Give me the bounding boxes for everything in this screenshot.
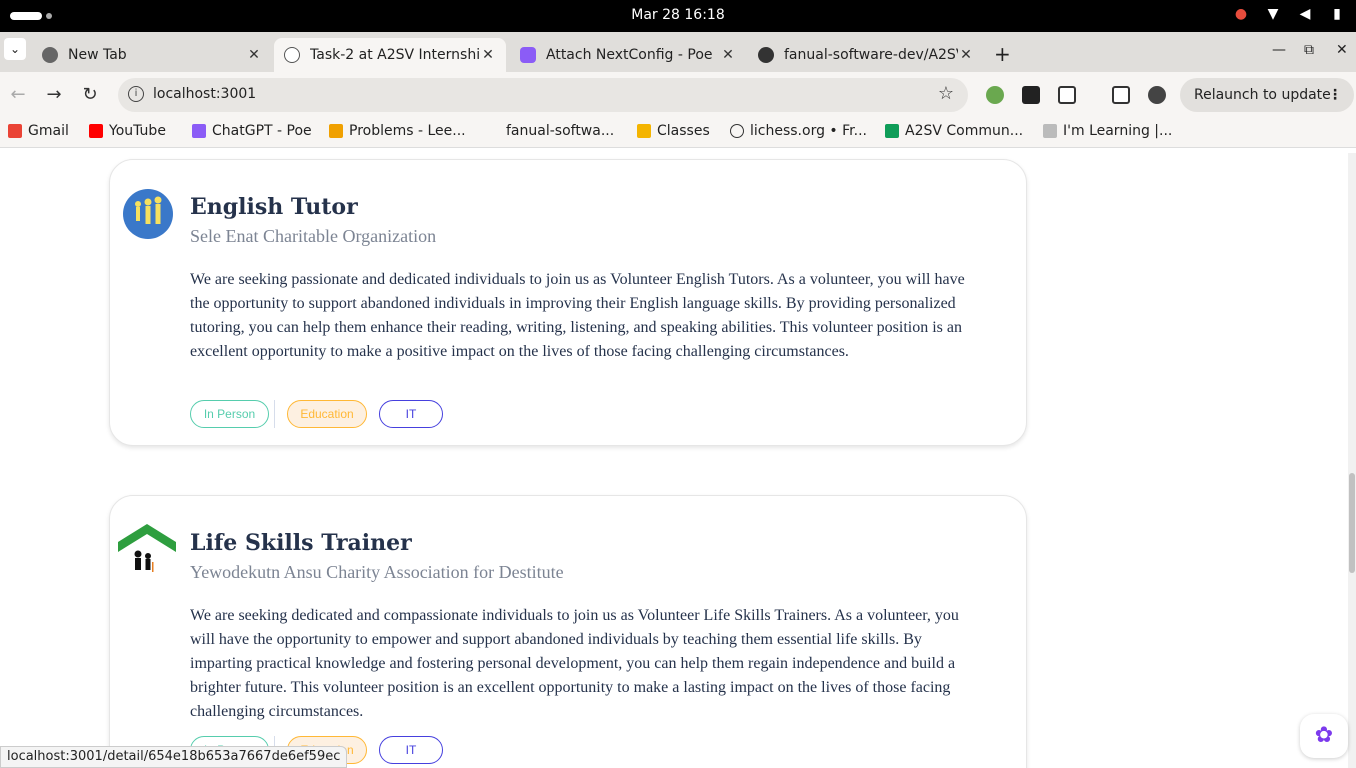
bookmark-label: Classes bbox=[657, 123, 710, 139]
tab-task-2[interactable]: Task-2 at A2SV Internship ✕ bbox=[274, 38, 506, 72]
bookmark-learning[interactable]: I'm Learning |... bbox=[1043, 123, 1172, 139]
learning-icon bbox=[1043, 124, 1057, 138]
github-icon bbox=[758, 47, 774, 63]
link-status-bar: localhost:3001/detail/654e18b653a7667de6… bbox=[0, 746, 348, 768]
system-tray[interactable]: ● ▼ ◀ ▮ bbox=[1232, 6, 1346, 22]
relaunch-button[interactable]: Relaunch to update ⋮ bbox=[1180, 78, 1354, 112]
side-panel-icon[interactable] bbox=[1112, 86, 1130, 104]
bookmark-label: YouTube bbox=[109, 123, 166, 139]
job-description: We are seeking dedicated and compassiona… bbox=[190, 607, 959, 720]
leetcode-icon bbox=[329, 124, 343, 138]
bookmark-chatgpt-poe[interactable]: ChatGPT - Poe bbox=[192, 123, 312, 139]
globe-icon bbox=[284, 47, 300, 63]
scrollbar-thumb[interactable] bbox=[1349, 473, 1355, 573]
tab-title: New Tab bbox=[68, 47, 127, 63]
github-icon bbox=[486, 124, 500, 138]
page-content: English Tutor Sele Enat Charitable Organ… bbox=[0, 153, 1348, 768]
close-window-button[interactable]: ✕ bbox=[1336, 42, 1348, 58]
profile-avatar[interactable] bbox=[1148, 86, 1166, 104]
sheets-icon bbox=[885, 124, 899, 138]
close-tab-icon[interactable]: ✕ bbox=[958, 47, 974, 63]
poe-icon bbox=[192, 124, 206, 138]
chrome-icon bbox=[42, 47, 58, 63]
close-tab-icon[interactable]: ✕ bbox=[246, 47, 262, 63]
youtube-icon bbox=[89, 124, 103, 138]
tag-in-person: In Person bbox=[190, 400, 269, 428]
system-clock[interactable]: Mar 28 16:18 bbox=[0, 7, 1356, 23]
bookmark-label: I'm Learning |... bbox=[1063, 123, 1173, 139]
bookmark-star-icon[interactable]: ☆ bbox=[938, 83, 954, 104]
bookmark-label: A2SV Commun... bbox=[905, 123, 1024, 139]
bookmark-leetcode[interactable]: Problems - Lee... bbox=[329, 123, 466, 139]
notification-icon[interactable]: ● bbox=[1232, 6, 1250, 22]
more-menu-icon[interactable]: ⋮ bbox=[1328, 78, 1342, 112]
battery-icon[interactable]: ▮ bbox=[1328, 6, 1346, 22]
extension-green-icon[interactable] bbox=[986, 86, 1004, 104]
tab-title: Task-2 at A2SV Internship bbox=[310, 47, 480, 63]
bookmark-lichess[interactable]: lichess.org • Fr... bbox=[730, 123, 867, 139]
tab-github[interactable]: fanual-software-dev/A2SV ✕ bbox=[748, 38, 984, 72]
restore-button[interactable]: ⧉ bbox=[1304, 42, 1314, 58]
job-organization: Yewodekutn Ansu Charity Association for … bbox=[190, 562, 564, 582]
site-info-icon[interactable]: i bbox=[128, 86, 144, 102]
bookmark-label: fanual-softwa... bbox=[506, 123, 615, 139]
organization-logo-icon bbox=[123, 189, 173, 239]
close-tab-icon[interactable]: ✕ bbox=[720, 47, 736, 63]
tab-new-tab[interactable]: New Tab ✕ bbox=[32, 38, 272, 72]
brain-assistant-button[interactable]: ✿ bbox=[1300, 714, 1348, 758]
wifi-icon[interactable]: ▼ bbox=[1264, 6, 1282, 22]
relaunch-label: Relaunch to update bbox=[1194, 87, 1331, 103]
job-title[interactable]: Life Skills Trainer bbox=[190, 530, 412, 556]
organization-logo-icon bbox=[118, 524, 176, 572]
job-card[interactable]: Life Skills Trainer Yewodekutn Ansu Char… bbox=[109, 495, 1027, 768]
bookmark-classes[interactable]: Classes bbox=[637, 123, 710, 139]
job-organization: Sele Enat Charitable Organization bbox=[190, 226, 437, 246]
job-title[interactable]: English Tutor bbox=[190, 194, 358, 220]
bookmark-a2sv[interactable]: A2SV Commun... bbox=[885, 123, 1023, 139]
extension-lt-icon[interactable] bbox=[1022, 86, 1040, 104]
lichess-icon bbox=[730, 124, 744, 138]
bookmark-label: Gmail bbox=[28, 123, 69, 139]
back-button[interactable]: ← bbox=[8, 84, 28, 105]
bookmark-github[interactable]: fanual-softwa... bbox=[486, 123, 614, 139]
tag-it: IT bbox=[379, 736, 443, 764]
job-description: We are seeking passionate and dedicated … bbox=[190, 271, 965, 360]
tab-poe[interactable]: Attach NextConfig - Poe ✕ bbox=[510, 38, 746, 72]
bookmark-youtube[interactable]: YouTube bbox=[89, 123, 166, 139]
gmail-icon bbox=[8, 124, 22, 138]
reload-button[interactable]: ↻ bbox=[80, 84, 100, 105]
poe-icon bbox=[520, 47, 536, 63]
classroom-icon bbox=[637, 124, 651, 138]
bookmark-label: ChatGPT - Poe bbox=[212, 123, 312, 139]
minimize-button[interactable]: — bbox=[1272, 42, 1286, 58]
page-scrollbar[interactable] bbox=[1348, 153, 1356, 768]
tab-title: fanual-software-dev/A2SV bbox=[784, 47, 958, 63]
address-bar-url[interactable]: localhost:3001 bbox=[153, 86, 256, 102]
address-bar[interactable]: i localhost:3001 ☆ bbox=[118, 78, 968, 112]
system-top-bar: Mar 28 16:18 ● ▼ ◀ ▮ bbox=[0, 0, 1356, 32]
new-tab-button[interactable]: + bbox=[994, 42, 1011, 66]
job-card[interactable]: English Tutor Sele Enat Charitable Organ… bbox=[109, 159, 1027, 446]
bookmark-gmail[interactable]: Gmail bbox=[8, 123, 69, 139]
brain-icon: ✿ bbox=[1314, 723, 1334, 748]
tag-education: Education bbox=[287, 400, 367, 428]
tab-search-button[interactable]: ⌄ bbox=[4, 38, 26, 60]
tab-title: Attach NextConfig - Poe bbox=[546, 47, 713, 63]
close-tab-icon[interactable]: ✕ bbox=[480, 47, 496, 63]
tag-divider bbox=[274, 400, 275, 428]
tag-it: IT bbox=[379, 400, 443, 428]
forward-button[interactable]: → bbox=[44, 84, 64, 105]
bookmark-label: lichess.org • Fr... bbox=[750, 123, 867, 139]
extensions-puzzle-icon[interactable] bbox=[1058, 86, 1076, 104]
bookmark-label: Problems - Lee... bbox=[349, 123, 466, 139]
volume-icon[interactable]: ◀ bbox=[1296, 6, 1314, 22]
